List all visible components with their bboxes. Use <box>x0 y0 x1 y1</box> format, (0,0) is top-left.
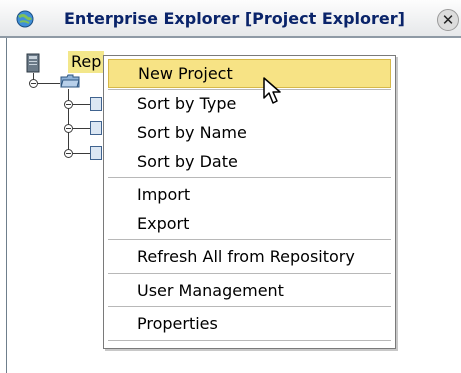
menu-item-export[interactable]: Export <box>108 209 391 238</box>
mouse-pointer-icon <box>263 77 281 104</box>
panel-border <box>6 38 7 373</box>
tree-connector <box>73 128 91 129</box>
tree-expander[interactable] <box>64 149 73 158</box>
menu-item-sort-by-date[interactable]: Sort by Date <box>108 147 391 176</box>
menu-separator <box>108 306 391 307</box>
close-icon[interactable]: ✕ <box>437 9 459 31</box>
explorer-titlebar: Enterprise Explorer [Project Explorer] ✕ <box>0 0 461 38</box>
project-icon <box>90 146 102 160</box>
menu-item-properties[interactable]: Properties <box>108 309 391 338</box>
globe-tree-icon <box>16 10 34 28</box>
tree-expander[interactable] <box>64 100 73 109</box>
menu-item-import[interactable]: Import <box>108 180 391 209</box>
menu-separator <box>108 340 391 341</box>
project-icon <box>90 97 102 111</box>
tree-expander[interactable] <box>64 124 73 133</box>
menu-item-refresh-all[interactable]: Refresh All from Repository <box>108 242 391 271</box>
context-menu: New Project Sort by Type Sort by Name So… <box>103 55 396 349</box>
tree-connector <box>73 104 91 105</box>
tree-connector <box>38 83 60 84</box>
menu-item-sort-by-type[interactable]: Sort by Type <box>108 89 391 118</box>
repository-icon <box>26 53 40 73</box>
tree-connector <box>68 89 69 153</box>
menu-separator <box>108 239 391 240</box>
menu-item-sort-by-name[interactable]: Sort by Name <box>108 118 391 147</box>
menu-item-new-project[interactable]: New Project <box>108 59 391 88</box>
folder-icon <box>60 74 80 88</box>
tree-root-label[interactable]: Rep <box>68 51 105 73</box>
project-icon <box>90 121 102 135</box>
tree-expander[interactable] <box>29 79 38 88</box>
menu-separator <box>108 177 391 178</box>
menu-item-user-management[interactable]: User Management <box>108 276 391 305</box>
tree-connector <box>73 153 91 154</box>
menu-separator <box>108 273 391 274</box>
window-title: Enterprise Explorer [Project Explorer] <box>64 9 405 28</box>
